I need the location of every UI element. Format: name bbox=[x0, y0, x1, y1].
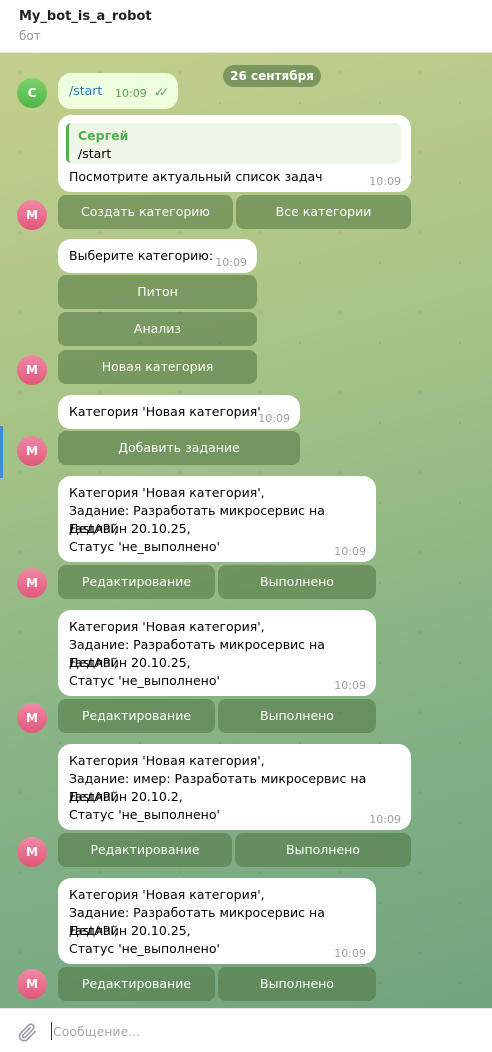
bot-avatar[interactable]: М bbox=[17, 969, 47, 999]
reply-quote[interactable]: Сергей /start bbox=[66, 123, 401, 163]
text-caret bbox=[51, 1022, 52, 1040]
add-task-button[interactable]: Добавить задание bbox=[58, 431, 300, 465]
paperclip-icon[interactable] bbox=[16, 1021, 38, 1043]
bot-message: Сергей /start Посмотрите актуальный спис… bbox=[58, 115, 411, 192]
task-deadline: Дедлайн 20.10.2, bbox=[69, 789, 183, 804]
task-category: Категория 'Новая категория', bbox=[69, 485, 265, 500]
message-time: 10:09 bbox=[115, 87, 147, 100]
chat-title[interactable]: My_bot_is_a_robot bbox=[19, 9, 152, 24]
message-text: Посмотрите актуальный список задач bbox=[69, 169, 323, 184]
chat-subtitle: бот bbox=[19, 29, 41, 43]
date-separator: 26 сентября bbox=[223, 65, 321, 87]
task-message: Категория 'Новая категория', Задание: Ра… bbox=[58, 878, 376, 964]
message-time: 10:09 bbox=[258, 412, 290, 425]
bot-message: Категория 'Новая категория' 10:09 bbox=[58, 395, 300, 429]
task-status: Статус 'не_выполнено' bbox=[69, 539, 220, 554]
chat-area[interactable]: 26 сентября С /start 10:09 ✓✓ Сергей /st… bbox=[0, 53, 492, 1008]
done-button[interactable]: Выполнено bbox=[218, 699, 376, 733]
task-message: Категория 'Новая категория', Задание: им… bbox=[58, 744, 411, 830]
task-category: Категория 'Новая категория', bbox=[69, 619, 265, 634]
message-time: 10:09 bbox=[369, 175, 401, 188]
task-category: Категория 'Новая категория', bbox=[69, 753, 265, 768]
reply-author: Сергей bbox=[78, 128, 129, 143]
category-python-button[interactable]: Питон bbox=[58, 275, 257, 309]
edit-button[interactable]: Редактирование bbox=[58, 833, 232, 867]
category-new-button[interactable]: Новая категория bbox=[58, 350, 257, 384]
all-categories-button[interactable]: Все категории bbox=[236, 195, 411, 229]
message-text: Категория 'Новая категория' bbox=[69, 404, 261, 419]
reply-text: /start bbox=[78, 146, 112, 161]
chat-header: My_bot_is_a_robot бот bbox=[0, 0, 492, 53]
message-time: 10:09 bbox=[369, 813, 401, 826]
command-text[interactable]: /start bbox=[69, 83, 102, 98]
task-message: Категория 'Новая категория', Задание: Ра… bbox=[58, 476, 376, 562]
message-time: 10:09 bbox=[215, 256, 247, 269]
outgoing-message[interactable]: /start 10:09 ✓✓ bbox=[58, 73, 178, 109]
task-status: Статус 'не_выполнено' bbox=[69, 673, 220, 688]
task-status: Статус 'не_выполнено' bbox=[69, 807, 220, 822]
bot-avatar[interactable]: М bbox=[17, 837, 47, 867]
bot-avatar[interactable]: М bbox=[17, 355, 47, 385]
task-deadline: Дедлайн 20.10.25, bbox=[69, 655, 191, 670]
edit-button[interactable]: Редактирование bbox=[58, 565, 215, 599]
message-composer bbox=[0, 1008, 492, 1052]
task-status: Статус 'не_выполнено' bbox=[69, 941, 220, 956]
task-message: Категория 'Новая категория', Задание: Ра… bbox=[58, 610, 376, 696]
done-button[interactable]: Выполнено bbox=[218, 967, 376, 1001]
task-category: Категория 'Новая категория', bbox=[69, 887, 265, 902]
message-time: 10:09 bbox=[334, 679, 366, 692]
create-category-button[interactable]: Создать категорию bbox=[58, 195, 233, 229]
done-button[interactable]: Выполнено bbox=[218, 565, 376, 599]
task-deadline: Дедлайн 20.10.25, bbox=[69, 521, 191, 536]
message-input[interactable] bbox=[53, 1020, 473, 1042]
active-chat-marker bbox=[0, 426, 3, 478]
double-check-icon: ✓✓ bbox=[154, 85, 169, 99]
done-button[interactable]: Выполнено bbox=[235, 833, 411, 867]
category-analysis-button[interactable]: Анализ bbox=[58, 312, 257, 346]
message-text: Выберите категорию: bbox=[69, 248, 214, 263]
edit-button[interactable]: Редактирование bbox=[58, 699, 215, 733]
edit-button[interactable]: Редактирование bbox=[58, 967, 215, 1001]
bot-avatar[interactable]: М bbox=[17, 568, 47, 598]
user-avatar[interactable]: С bbox=[17, 78, 47, 108]
bot-avatar[interactable]: М bbox=[17, 200, 47, 230]
bot-avatar[interactable]: М bbox=[17, 703, 47, 733]
task-deadline: Дедлайн 20.10.25, bbox=[69, 923, 191, 938]
bot-message: Выберите категорию: 10:09 bbox=[58, 239, 257, 273]
message-time: 10:09 bbox=[334, 947, 366, 960]
bot-avatar[interactable]: М bbox=[17, 436, 47, 466]
message-time: 10:09 bbox=[334, 545, 366, 558]
